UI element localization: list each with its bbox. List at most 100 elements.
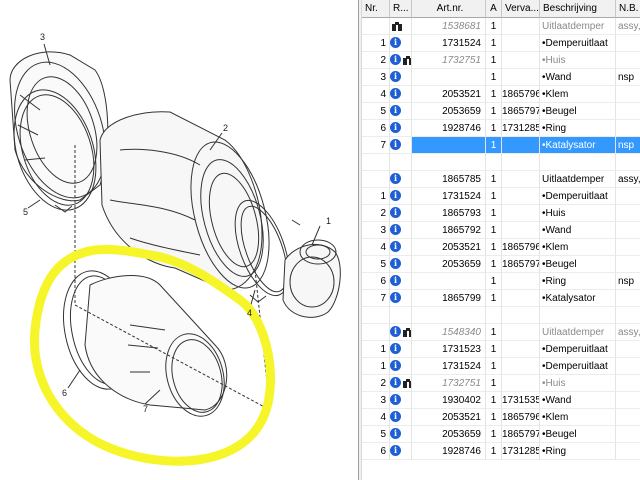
table-row[interactable]: 1 i 1731524 1 •Demperuitlaat xyxy=(362,35,640,52)
header-beschrijving[interactable]: Beschrijving xyxy=(540,0,616,18)
info-icon[interactable]: i xyxy=(390,138,401,150)
row-beschrijving: •Katalysator xyxy=(540,290,616,307)
info-icon[interactable]: i xyxy=(390,104,401,116)
table-row[interactable]: 1 i 1731523 1 •Demperuitlaat xyxy=(362,341,640,358)
exploded-parts-drawing: 3 2 1 5 4 6 7 xyxy=(0,0,358,480)
row-vervangt xyxy=(502,273,540,290)
row-beschrijving: Uitlaatdemper xyxy=(540,171,616,188)
table-row[interactable]: 3 i 1 •Wand nsp xyxy=(362,69,640,86)
table-row[interactable]: 2 i 1732751 1 •Huis xyxy=(362,375,640,392)
header-a[interactable]: A xyxy=(486,0,502,18)
row-icons: i xyxy=(390,86,412,103)
info-icon[interactable]: i xyxy=(390,70,401,82)
row-vervangt xyxy=(502,18,540,35)
row-a: 1 xyxy=(486,426,502,443)
info-icon[interactable]: i xyxy=(390,410,401,422)
info-icon[interactable]: i xyxy=(390,223,401,235)
table-row[interactable]: i 1548340 1 Uitlaatdemper assy, xyxy=(362,324,640,341)
info-icon[interactable]: i xyxy=(390,240,401,252)
info-icon[interactable]: i xyxy=(390,189,401,201)
table-row[interactable]: 4 i 2053521 1 1865796 •Klem xyxy=(362,86,640,103)
binoculars-icon[interactable] xyxy=(403,55,412,66)
row-icons: i xyxy=(390,103,412,120)
row-nb xyxy=(616,426,640,443)
row-artnr: 2053659 xyxy=(412,426,486,443)
table-row[interactable]: 7 i 1865799 1 •Katalysator xyxy=(362,290,640,307)
row-nr: 1 xyxy=(362,188,390,205)
row-icons xyxy=(390,18,412,35)
row-icons: i xyxy=(390,426,412,443)
table-row[interactable]: i 1865785 1 Uitlaatdemper assy, xyxy=(362,171,640,188)
row-a: 1 xyxy=(486,35,502,52)
table-row[interactable]: 6 i 1928746 1 1731285 •Ring xyxy=(362,443,640,460)
row-nb: nsp xyxy=(616,137,640,154)
info-icon[interactable]: i xyxy=(390,393,401,405)
table-row[interactable]: 3 i 1865792 1 •Wand xyxy=(362,222,640,239)
header-r[interactable]: R... xyxy=(390,0,412,18)
header-nb[interactable]: N.B. xyxy=(616,0,640,18)
table-row[interactable]: 1 i 1731524 1 •Demperuitlaat xyxy=(362,358,640,375)
row-vervangt: 1865796 xyxy=(502,86,540,103)
row-icons: i xyxy=(390,239,412,256)
info-icon[interactable]: i xyxy=(390,325,401,337)
row-nr: 5 xyxy=(362,256,390,273)
table-row[interactable]: 6 i 1 •Ring nsp xyxy=(362,273,640,290)
info-icon[interactable]: i xyxy=(390,53,401,65)
row-nr: 1 xyxy=(362,341,390,358)
info-icon[interactable]: i xyxy=(390,342,401,354)
table-row[interactable]: 3 i 1930402 1 1731535 •Wand xyxy=(362,392,640,409)
row-beschrijving: •Klem xyxy=(540,409,616,426)
row-vervangt xyxy=(502,137,540,154)
info-icon[interactable]: i xyxy=(390,121,401,133)
row-nr: 5 xyxy=(362,426,390,443)
row-nr xyxy=(362,324,390,341)
table-row[interactable]: 4 i 2053521 1 1865796 •Klem xyxy=(362,239,640,256)
info-icon[interactable]: i xyxy=(390,87,401,99)
table-row[interactable]: 2 i 1865793 1 •Huis xyxy=(362,205,640,222)
info-icon[interactable]: i xyxy=(390,206,401,218)
info-icon[interactable]: i xyxy=(390,376,401,388)
row-icons: i xyxy=(390,324,412,341)
table-row[interactable]: 5 i 2053659 1 1865797 •Beugel xyxy=(362,426,640,443)
header-nr[interactable]: Nr. xyxy=(362,0,390,18)
binoculars-icon[interactable] xyxy=(403,327,412,338)
table-row[interactable]: 6 i 1928746 1 1731285 •Ring xyxy=(362,120,640,137)
parts-table: Nr. R... Art.nr. A Verva... Beschrijving… xyxy=(362,0,640,480)
table-row[interactable] xyxy=(362,307,640,324)
table-row[interactable]: 2 i 1732751 1 •Huis xyxy=(362,52,640,69)
table-row[interactable] xyxy=(362,154,640,171)
info-icon[interactable]: i xyxy=(390,359,401,371)
row-nr xyxy=(362,18,390,35)
row-beschrijving: •Huis xyxy=(540,375,616,392)
row-nb xyxy=(616,290,640,307)
info-icon[interactable]: i xyxy=(390,444,401,456)
table-row[interactable]: 7 i 1 •Katalysator nsp xyxy=(362,137,640,154)
row-nb xyxy=(616,443,640,460)
table-row[interactable]: 5 i 2053659 1 1865797 •Beugel xyxy=(362,103,640,120)
table-row[interactable]: 1 i 1731524 1 •Demperuitlaat xyxy=(362,188,640,205)
row-a: 1 xyxy=(486,392,502,409)
row-nr: 4 xyxy=(362,409,390,426)
table-row[interactable]: 1538681 1 Uitlaatdemper assy, xyxy=(362,18,640,35)
row-vervangt xyxy=(502,205,540,222)
info-icon[interactable]: i xyxy=(390,427,401,439)
info-icon[interactable]: i xyxy=(390,257,401,269)
info-icon[interactable]: i xyxy=(390,274,401,286)
row-beschrijving: •Ring xyxy=(540,273,616,290)
header-vervangt[interactable]: Verva... xyxy=(502,0,540,18)
row-artnr: 1928746 xyxy=(412,443,486,460)
row-vervangt: 1731285 xyxy=(502,120,540,137)
info-icon[interactable]: i xyxy=(390,36,401,48)
info-icon[interactable]: i xyxy=(390,291,401,303)
row-beschrijving: •Beugel xyxy=(540,426,616,443)
callout-7: 7 xyxy=(143,404,148,414)
header-artnr[interactable]: Art.nr. xyxy=(412,0,486,18)
row-artnr: 1865793 xyxy=(412,205,486,222)
table-row[interactable]: 4 i 2053521 1 1865796 •Klem xyxy=(362,409,640,426)
row-artnr: 1731524 xyxy=(412,358,486,375)
row-artnr: 1930402 xyxy=(412,392,486,409)
binoculars-icon[interactable] xyxy=(392,21,402,32)
binoculars-icon[interactable] xyxy=(403,378,412,389)
info-icon[interactable]: i xyxy=(390,172,401,184)
table-row[interactable]: 5 i 2053659 1 1865797 •Beugel xyxy=(362,256,640,273)
